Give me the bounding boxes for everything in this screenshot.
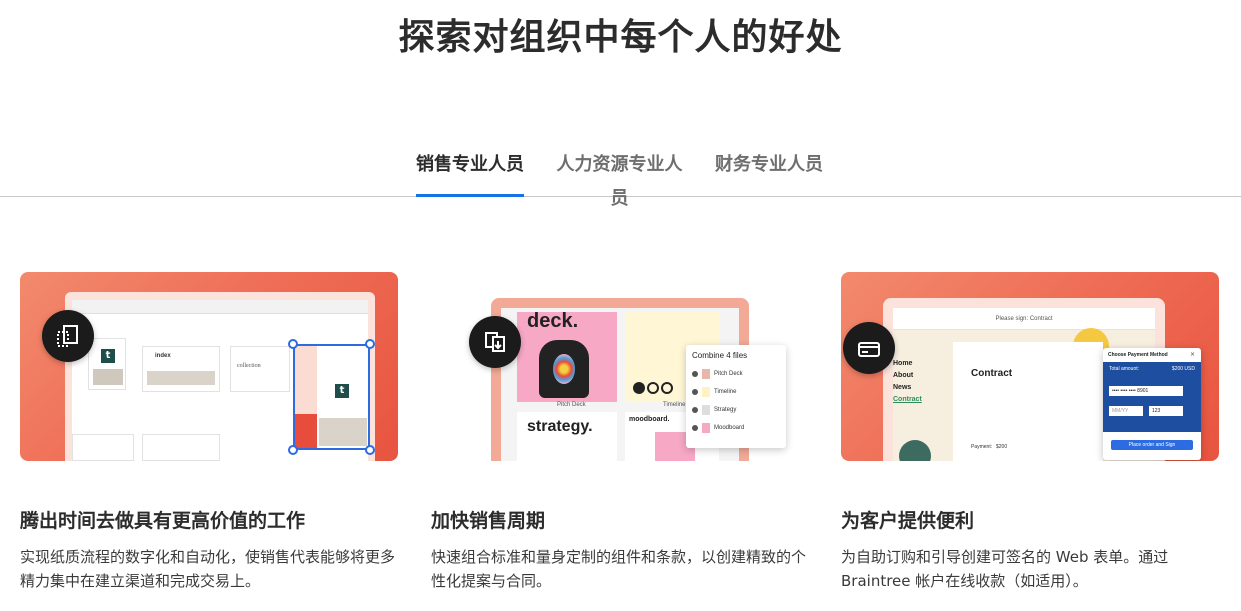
file-icon — [702, 369, 710, 379]
payment-label: Payment: — [971, 444, 993, 450]
combine-files-panel: Combine 4 files Pitch Deck Timeline Stra… — [686, 345, 786, 448]
selected-page[interactable]: t — [293, 344, 370, 450]
cvv-field[interactable]: 123 — [1149, 406, 1183, 416]
document-thumbnail: collection — [230, 346, 290, 392]
logo-mark: t — [335, 384, 349, 398]
timeline-dot — [661, 382, 673, 394]
card-description: 实现纸质流程的数字化和自动化，使销售代表能够将更多精力集中在建立渠道和完成交易上… — [20, 548, 396, 590]
file-icon — [702, 387, 710, 397]
credit-card-icon — [843, 322, 895, 374]
file-list-item[interactable]: Timeline — [692, 383, 780, 401]
document-label: strategy. — [527, 418, 593, 435]
photo-placeholder — [93, 369, 123, 385]
file-name: Strategy — [714, 407, 737, 413]
timeline-dot — [647, 382, 659, 394]
card-description: 为自助订购和引导创建可签名的 Web 表单。通过 Braintree 帐户在线收… — [841, 548, 1169, 590]
resize-handle[interactable] — [288, 445, 298, 455]
file-name: Pitch Deck — [714, 371, 743, 377]
nav-contract[interactable]: Contract — [893, 394, 922, 406]
document-caption: Timeline — [663, 402, 686, 408]
sign-topbar: Please sign: Contract — [893, 308, 1155, 330]
combine-files-icon — [469, 316, 521, 368]
document-thumbnail: t — [88, 338, 126, 390]
card-title: 加快销售周期 — [431, 510, 546, 532]
card-title: 为客户提供便利 — [841, 510, 975, 532]
dots-illustration — [553, 354, 575, 384]
crop-document-icon — [42, 310, 94, 362]
site-nav: Home About News Contract — [893, 358, 922, 406]
document-thumbnail: index — [142, 346, 220, 392]
total-label: Total amount: — [1109, 366, 1140, 372]
document-caption: Pitch Deck — [557, 402, 586, 408]
payment-dialog: Choose Payment Method × Total amount: $2… — [1103, 348, 1201, 460]
resize-handle[interactable] — [288, 339, 298, 349]
nav-home[interactable]: Home — [893, 358, 922, 370]
nav-about[interactable]: About — [893, 370, 922, 382]
file-name: Timeline — [714, 389, 737, 395]
document-strategy: strategy. — [517, 412, 617, 461]
nav-news[interactable]: News — [893, 382, 922, 394]
file-list-item[interactable]: Strategy — [692, 401, 780, 419]
card-image-time: t index collection t — [20, 272, 398, 461]
remove-icon[interactable] — [692, 407, 698, 413]
document-thumbnail — [72, 434, 134, 461]
card-number-field[interactable]: •••• •••• •••• 8901 — [1109, 386, 1183, 396]
logo-mark: t — [101, 349, 115, 363]
card-image-convenience: Please sign: Contract Home About News Co… — [841, 272, 1219, 461]
remove-icon[interactable] — [692, 389, 698, 395]
document-deck: deck. — [517, 310, 617, 402]
payment-dialog-title: Choose Payment Method — [1108, 352, 1168, 358]
combine-panel-title: Combine 4 files — [692, 351, 748, 360]
payment-form: Total amount: $200 USD •••• •••• •••• 89… — [1103, 362, 1201, 432]
resize-handle[interactable] — [365, 445, 375, 455]
toolbar — [72, 300, 368, 314]
timeline-dot — [633, 382, 645, 394]
file-icon — [702, 423, 710, 433]
file-icon — [702, 405, 710, 415]
card-title: 腾出时间去做具有更高价值的工作 — [20, 510, 306, 532]
thumbnail-label: collection — [237, 363, 261, 369]
payment-value: $200 — [996, 444, 1008, 450]
tab-bar: 销售专业人员 人力资源专业人员 财务专业人员 — [0, 148, 1241, 209]
place-order-label: Place order and Sign — [1128, 442, 1176, 448]
photo-placeholder — [147, 371, 215, 385]
page-accent — [295, 414, 317, 448]
file-name: Moodboard — [714, 425, 745, 431]
file-list-item[interactable]: Pitch Deck — [692, 365, 780, 383]
document-label: deck. — [527, 310, 579, 332]
tab-sales[interactable]: 销售专业人员 — [416, 148, 524, 197]
remove-icon[interactable] — [692, 371, 698, 377]
close-icon[interactable]: × — [1190, 351, 1195, 358]
thumbnail-label: index — [155, 353, 171, 359]
contract-title: Contract — [971, 368, 1013, 379]
card-description: 快速组合标准和量身定制的组件和条款，以创建精致的个性化提案与合同。 — [431, 548, 807, 590]
photo-placeholder — [319, 418, 367, 446]
document-thumbnail — [142, 434, 220, 461]
resize-handle[interactable] — [365, 339, 375, 349]
page-title: 探索对组织中每个人的好处 — [398, 17, 843, 58]
remove-icon[interactable] — [692, 425, 698, 431]
tab-hr[interactable]: 人力资源专业人员 — [548, 148, 691, 209]
tab-finance[interactable]: 财务专业人员 — [715, 148, 823, 197]
document-label: moodboard. — [629, 416, 670, 423]
card-image-sales-cycle: deck. Pitch Deck Timeline strategy. mood… — [431, 272, 809, 461]
total-value: $200 USD — [1171, 366, 1195, 372]
place-order-button[interactable]: Place order and Sign — [1111, 440, 1193, 450]
file-list-item[interactable]: Moodboard — [692, 419, 780, 437]
expiry-field[interactable]: MM/YY — [1109, 406, 1143, 416]
